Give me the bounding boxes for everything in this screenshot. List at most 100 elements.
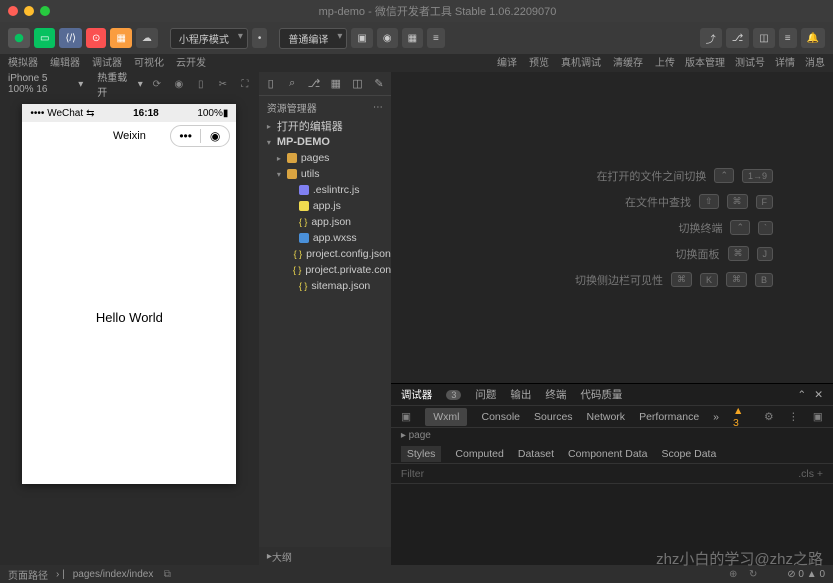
network-icon[interactable]: ↻ — [747, 568, 759, 580]
section-open-editors[interactable]: ▸打开的编辑器 — [259, 118, 391, 134]
devtools: 调试器 3 问题 输出 终端 代码质量 ⌃✕ ▣ Wxml Console So… — [391, 383, 833, 565]
visual-button[interactable]: ▦ — [110, 28, 131, 48]
app-icon[interactable] — [8, 28, 30, 48]
file-.eslintrc.js[interactable]: .eslintrc.js — [259, 182, 391, 198]
window-title: mp-demo - 微信开发者工具 Stable 1.06.2209070 — [50, 3, 825, 19]
version-button[interactable]: ⎇ — [726, 28, 750, 48]
tab-terminal[interactable]: 终端 — [545, 387, 566, 402]
file-utils[interactable]: ▾utils — [259, 166, 391, 182]
device-label[interactable]: iPhone 5 100% 16 — [8, 73, 70, 95]
file-sitemap.json[interactable]: { }sitemap.json — [259, 278, 391, 294]
main-toolbar: ▭ ⟨/⟩ ⊙ ▦ ☁ 小程序模式 • 普通编译 ▣ ◉ ▦ ≡ ⤴ ⎇ ◫ ≡… — [0, 22, 833, 54]
explorer-pane: ▯ ⌕ ⎇ ▦ ◫ ✎ 资源管理器⋯ ▸打开的编辑器 ▾MP-DEMO ▸pag… — [259, 72, 391, 565]
tab-problems[interactable]: 问题 — [475, 387, 496, 402]
editor-pane: 在打开的文件之间切换⌃1→9在文件中查找⇧⌘F切换终端⌃`切换面板⌘J切换侧边栏… — [391, 72, 833, 565]
tip-row: 在打开的文件之间切换⌃1→9 — [596, 168, 773, 184]
warning-badge[interactable]: ▲ 3 — [733, 405, 750, 429]
preview-button[interactable]: ◉ — [377, 28, 398, 48]
mode-dot[interactable]: • — [252, 28, 268, 48]
brush-icon[interactable]: ✎ — [373, 78, 385, 90]
file-tree: ▸pages▾utils.eslintrc.jsapp.js{ }app.jso… — [259, 150, 391, 294]
ext-icon[interactable]: ▦ — [330, 78, 342, 90]
test-button[interactable]: ◫ — [753, 28, 774, 48]
tab-console[interactable]: Console — [481, 411, 520, 423]
breadcrumb: ▸ page — [391, 428, 833, 444]
real-button[interactable]: ▦ — [402, 28, 423, 48]
add-icon[interactable]: + — [817, 468, 823, 480]
close-icon[interactable]: ✕ — [814, 389, 823, 401]
expand-icon[interactable]: ⛶ — [239, 78, 251, 90]
tab-quality[interactable]: 代码质量 — [580, 387, 622, 402]
close-icon[interactable] — [8, 6, 18, 16]
copy-icon[interactable]: ⧉ — [161, 568, 173, 580]
status-bar: 页面路径 › | pages/index/index ⧉ ⊕ ↻ ⊘ 0 ▲ 0 — [0, 565, 833, 583]
branch-icon[interactable]: ⎇ — [308, 78, 320, 90]
file-app.wxss[interactable]: app.wxss — [259, 230, 391, 246]
tab-compdata[interactable]: Component Data — [568, 448, 647, 460]
tip-row: 切换侧边栏可见性⌘K⌘B — [575, 272, 773, 288]
file-app.js[interactable]: app.js — [259, 198, 391, 214]
editor-tips: 在打开的文件之间切换⌃1→9在文件中查找⇧⌘F切换终端⌃`切换面板⌘J切换侧边栏… — [391, 72, 833, 383]
explorer-title: 资源管理器⋯ — [259, 96, 391, 118]
menu-icon: ••• — [171, 129, 200, 143]
tab-sources[interactable]: Sources — [534, 411, 573, 423]
tab-output[interactable]: 输出 — [510, 387, 531, 402]
search-icon[interactable]: ⌕ — [286, 78, 298, 90]
page-content: Hello World — [22, 150, 236, 484]
files-icon[interactable]: ▯ — [265, 78, 277, 90]
clear-button[interactable]: ≡ — [427, 28, 445, 48]
devtools-tabs: 调试器 3 问题 输出 终端 代码质量 ⌃✕ — [391, 384, 833, 406]
file-pages[interactable]: ▸pages — [259, 150, 391, 166]
window-controls — [8, 6, 50, 16]
refresh-icon[interactable]: ⟳ — [151, 78, 163, 90]
tip-row: 切换面板⌘J — [676, 246, 774, 262]
outline-section[interactable]: ▸ 大纲 — [259, 547, 391, 565]
compile-select[interactable]: 普通编译 — [279, 28, 347, 49]
box-icon[interactable]: ◫ — [352, 78, 364, 90]
capsule[interactable]: •••◉ — [170, 125, 230, 147]
more-icon[interactable]: ⋮ — [788, 411, 799, 423]
tab-dataset[interactable]: Dataset — [518, 448, 554, 460]
compile-button[interactable]: ▣ — [351, 28, 372, 48]
debugger-button[interactable]: ⊙ — [86, 28, 106, 48]
tab-network[interactable]: Network — [587, 411, 626, 423]
mode-select[interactable]: 小程序模式 — [170, 28, 248, 49]
phone-statusbar: •••• WeChat⇆ 16:18 100% ▮ — [22, 104, 236, 122]
tab-debugger[interactable]: 调试器 — [401, 387, 433, 402]
msg-button[interactable]: 🔔 — [801, 28, 825, 48]
simulator-button[interactable]: ▭ — [34, 28, 55, 48]
simulator-bar: iPhone 5 100% 16▾ 热重载 开▾ ⟳ ◉ ▯ ✂ ⛶ — [0, 72, 259, 96]
file-app.json[interactable]: { }app.json — [259, 214, 391, 230]
page-path[interactable]: pages/index/index — [73, 569, 154, 580]
file-project.config.json[interactable]: { }project.config.json — [259, 246, 391, 262]
inspect-icon[interactable]: ▣ — [401, 411, 411, 423]
file-project.private.config...[interactable]: { }project.private.config... — [259, 262, 391, 278]
gear-icon[interactable]: ⚙ — [764, 411, 774, 423]
rotate-icon[interactable]: ▯ — [195, 78, 207, 90]
editor-button[interactable]: ⟨/⟩ — [59, 28, 82, 48]
cloud-button[interactable]: ☁ — [136, 28, 158, 48]
chevron-up-icon[interactable]: ⌃ — [797, 389, 806, 401]
upload-button[interactable]: ⤴ — [700, 28, 722, 48]
explorer-toolbar: ▯ ⌕ ⎇ ▦ ◫ ✎ — [259, 72, 391, 96]
inspector-tabs: ▣ Wxml Console Sources Network Performan… — [391, 406, 833, 428]
filter-row: Filter .cls + — [391, 464, 833, 484]
tab-styles[interactable]: Styles — [401, 446, 442, 462]
tip-row: 切换终端⌃` — [678, 220, 773, 236]
minimize-icon[interactable] — [24, 6, 34, 16]
titlebar: mp-demo - 微信开发者工具 Stable 1.06.2209070 — [0, 0, 833, 22]
tab-computed[interactable]: Computed — [455, 448, 503, 460]
filter-input[interactable]: Filter — [401, 468, 424, 480]
target-icon[interactable]: ⊕ — [727, 568, 739, 580]
maximize-icon[interactable] — [40, 6, 50, 16]
tab-wxml[interactable]: Wxml — [425, 408, 467, 426]
detail-button[interactable]: ≡ — [779, 28, 797, 48]
section-project[interactable]: ▾MP-DEMO — [259, 134, 391, 150]
hotreload-label[interactable]: 热重载 开 — [97, 69, 130, 99]
phone-frame: •••• WeChat⇆ 16:18 100% ▮ Weixin •••◉ He… — [22, 104, 236, 484]
cut-icon[interactable]: ✂ — [217, 78, 229, 90]
record-icon[interactable]: ◉ — [173, 78, 185, 90]
tab-scopedata[interactable]: Scope Data — [661, 448, 716, 460]
dock-icon[interactable]: ▣ — [813, 411, 823, 423]
tab-performance[interactable]: Performance — [639, 411, 699, 423]
